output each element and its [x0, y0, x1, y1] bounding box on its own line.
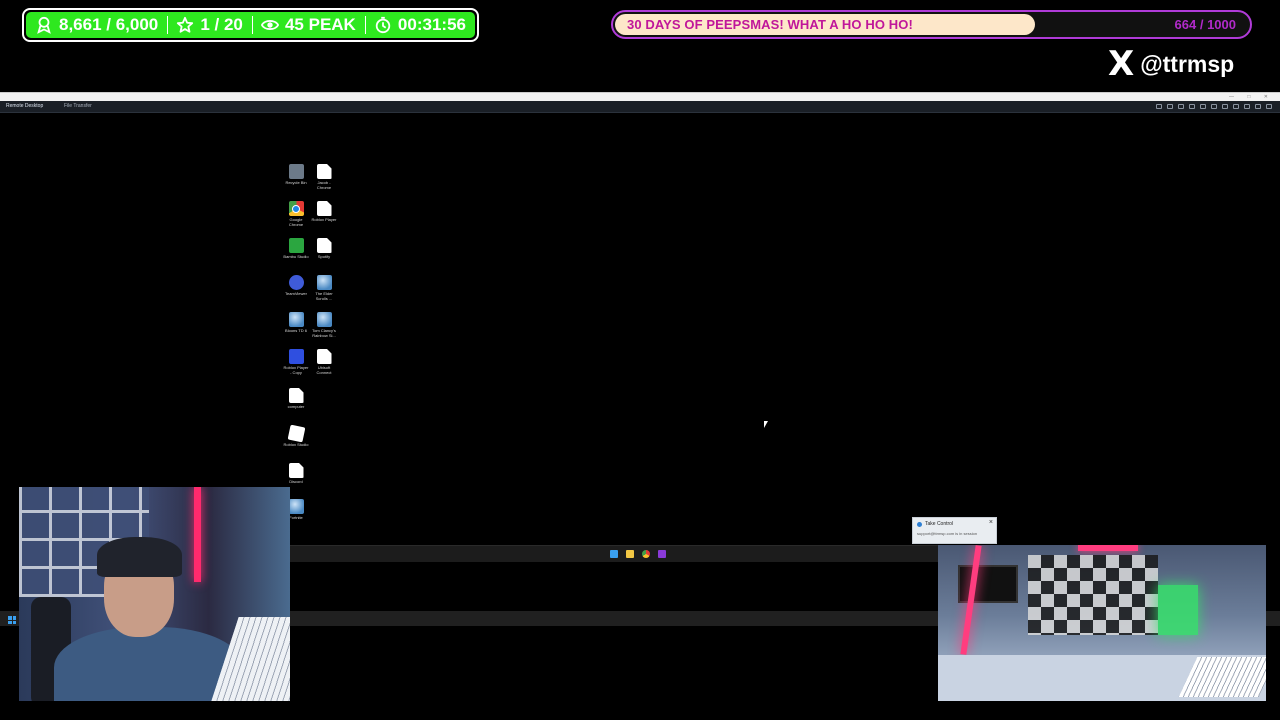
remote-taskbar [290, 545, 940, 562]
x-logo-icon: X [1108, 44, 1135, 84]
teamviewer-icon [288, 275, 304, 290]
uptime-value: 00:31:56 [397, 15, 466, 34]
toolbar-tool-icon[interactable] [1255, 104, 1261, 109]
taskbar-icons [610, 550, 666, 558]
toolbar-tool-icon[interactable] [1156, 104, 1162, 109]
desktop-icon-recycle-bin[interactable]: Recycle Bin [283, 164, 309, 185]
followers-stat: 8,661 / 6,000 [26, 15, 167, 35]
subs-count: 1 / 20 [200, 15, 243, 34]
toolbar-tool-icon[interactable] [1200, 104, 1206, 109]
desktop-icon-jacob-chrome[interactable]: Jacob - Chrome [311, 164, 337, 190]
goal-title: 30 DAYS OF PEEPSMAS! WHAT A HO HO HO! [627, 17, 913, 32]
window-controls[interactable]: — □ ✕ [1229, 94, 1274, 100]
globe-icon [288, 499, 304, 514]
desktop-icon-ubisoft-connect[interactable]: Ubisoft Connect [311, 349, 337, 375]
roblox-studio-icon [287, 424, 305, 443]
toast-body: support@ttrmsp.com is in session [917, 531, 978, 536]
remote-window-titlebar[interactable]: — □ ✕ [0, 92, 1280, 101]
globe-icon [316, 312, 332, 327]
recycle-bin-icon [288, 164, 304, 179]
viewers-stat: 45 PEAK [252, 15, 365, 35]
desktop-icon-teamviewer[interactable]: TeamViewer [283, 275, 309, 296]
tab-file-transfer[interactable]: File Transfer [64, 103, 92, 109]
file-icon [316, 238, 332, 253]
file-icon [288, 463, 304, 478]
remote-toolbar-tools [1156, 104, 1272, 109]
toolbar-tool-icon[interactable] [1244, 104, 1250, 109]
desktop-icon-computer[interactable]: computer [283, 388, 309, 409]
windows-start-icon[interactable] [8, 616, 16, 624]
timer-icon [375, 16, 391, 34]
goal-count: 664 / 1000 [1174, 17, 1236, 32]
desktop-icon-spotify[interactable]: Spotify [311, 238, 337, 259]
desktop-icon-roblox-player-copy[interactable]: Roblox Player - Copy [283, 349, 309, 375]
desktop-icon-roblox-player[interactable]: Roblox Player [311, 201, 337, 222]
desktop-icon-rainbow-six[interactable]: Tom Clancy's Rainbow Si... [311, 312, 337, 338]
webcam-room [938, 545, 1266, 701]
stream-stats-bar: 8,661 / 6,000 1 / 20 45 PEAK 00:31:56 [22, 8, 479, 42]
eye-icon [260, 20, 279, 30]
notification-toast[interactable]: Take Control support@ttrmsp.com is in se… [912, 517, 997, 544]
viewers-peak: 45 PEAK [284, 15, 356, 34]
file-icon [316, 349, 332, 364]
remote-toolbar: Remote Desktop File Transfer [0, 101, 1280, 113]
toolbar-tool-icon[interactable] [1233, 104, 1239, 109]
info-icon [917, 522, 922, 527]
tab-remote-desktop[interactable]: Remote Desktop [6, 103, 43, 109]
chrome-icon[interactable] [642, 550, 650, 558]
file-explorer-icon[interactable] [626, 550, 634, 558]
globe-icon [288, 312, 304, 327]
desktop-icon-google-chrome[interactable]: Google Chrome [283, 201, 309, 227]
award-icon [37, 16, 51, 34]
social-handle-text: @ttrmsp [1140, 50, 1235, 77]
desktop-icon-bloons-td6[interactable]: Bloons TD 6 [283, 312, 309, 333]
chrome-icon [288, 201, 304, 216]
toolbar-tool-icon[interactable] [1167, 104, 1173, 109]
toolbar-tool-icon[interactable] [1266, 104, 1272, 109]
subs-stat: 1 / 20 [167, 15, 252, 35]
goal-progress-bar: 30 DAYS OF PEEPSMAS! WHAT A HO HO HO! 66… [611, 10, 1252, 39]
mouse-cursor-icon [764, 421, 768, 428]
windows-start-icon[interactable] [610, 550, 618, 558]
file-icon [316, 164, 332, 179]
toast-title: Take Control [925, 521, 954, 527]
toolbar-tool-icon[interactable] [1222, 104, 1228, 109]
desktop-icon-bambu-studio[interactable]: Bambu Studio [283, 238, 309, 259]
file-icon [316, 201, 332, 216]
globe-icon [316, 275, 332, 290]
bambu-icon [288, 238, 304, 253]
toolbar-tool-icon[interactable] [1211, 104, 1217, 109]
close-icon[interactable]: × [989, 519, 993, 526]
followers-count: 8,661 / 6,000 [59, 15, 159, 34]
app-icon[interactable] [658, 550, 666, 558]
uptime-stat: 00:31:56 [365, 15, 475, 35]
webcam-streamer [19, 487, 290, 701]
desktop-icon-elder-scrolls[interactable]: The Elder Scrolls ... [311, 275, 337, 301]
toolbar-tool-icon[interactable] [1189, 104, 1195, 109]
roblox-player-icon [288, 349, 304, 364]
toolbar-tool-icon[interactable] [1178, 104, 1184, 109]
file-icon [288, 388, 304, 403]
social-handle: X @ttrmsp [1108, 46, 1234, 82]
desktop-icon-discord[interactable]: Discord [283, 463, 309, 484]
star-icon [177, 16, 194, 33]
desktop-icon-roblox-studio[interactable]: Roblox Studio [283, 424, 309, 447]
